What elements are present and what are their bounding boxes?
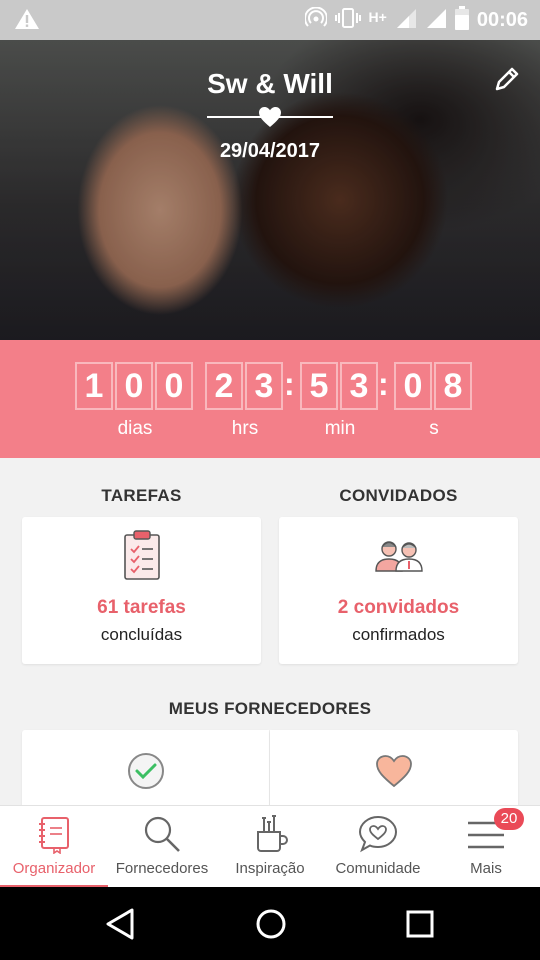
status-bar: H+ 00:06: [0, 0, 540, 40]
tasks-card[interactable]: 61 tarefas concluídas: [22, 517, 261, 664]
countdown-digit: 0: [155, 362, 193, 410]
countdown-minutes: 5 3 min: [300, 362, 380, 440]
countdown-label-hours: hrs: [231, 418, 259, 439]
wedding-countdown: 1 0 0 dias 2 3 hrs : 5 3 min : 0 8 s: [0, 340, 540, 458]
couple-photo-header: Sw & Will 29/04/2017: [0, 40, 540, 340]
countdown-digit: 1: [75, 362, 113, 410]
vibrate-icon: [334, 7, 361, 34]
nav-inspiracao[interactable]: Inspiração: [216, 806, 324, 888]
countdown-separator: :: [284, 366, 295, 402]
countdown-seconds: 0 8 s: [394, 362, 474, 440]
chat-heart-icon: [357, 814, 399, 859]
countdown-digit: 8: [434, 362, 472, 410]
clock: 00:06: [476, 9, 528, 31]
countdown-label-minutes: min: [324, 418, 356, 439]
clipboard-icon: [122, 529, 162, 586]
countdown-digit: 2: [205, 362, 243, 410]
back-icon[interactable]: [104, 907, 136, 946]
tasks-count: 61 tarefas: [97, 597, 186, 618]
guests-icon: [373, 539, 425, 578]
nav-organizador[interactable]: Organizador: [0, 806, 108, 888]
search-icon: [142, 814, 182, 859]
nav-comunidade[interactable]: Comunidade: [324, 806, 432, 888]
countdown-digit: 0: [115, 362, 153, 410]
battery-icon: [454, 6, 469, 35]
nav-label: Fornecedores: [115, 860, 209, 877]
heart-icon: [375, 754, 413, 793]
hotspot-icon: [303, 6, 328, 34]
countdown-digit: 3: [245, 362, 283, 410]
countdown-digit: 3: [340, 362, 378, 410]
bottom-navigation: Organizador Fornecedores Inspiração Comu…: [0, 805, 540, 888]
guests-status: confirmados: [352, 625, 445, 644]
signal-icon: [395, 7, 417, 34]
vendors-hired-card[interactable]: [22, 730, 269, 810]
heart-icon: [258, 106, 282, 128]
signal-icon: [425, 7, 447, 34]
countdown-hours: 2 3 hrs: [205, 362, 285, 440]
countdown-days: 1 0 0 dias: [75, 362, 195, 440]
system-navigation-bar: [0, 887, 540, 960]
guests-card[interactable]: 2 convidados confirmados: [279, 517, 518, 664]
countdown-label-seconds: s: [429, 418, 439, 439]
guests-count: 2 convidados: [337, 597, 460, 618]
check-circle-icon: [127, 752, 165, 795]
nav-label: Inspiração: [235, 860, 305, 877]
notebook-icon: [36, 814, 72, 859]
nav-mais[interactable]: 20 Mais: [432, 806, 540, 888]
countdown-digit: 5: [300, 362, 338, 410]
couple-names: Sw & Will: [207, 68, 333, 99]
notification-badge: 20: [494, 808, 524, 830]
home-icon[interactable]: [254, 907, 288, 946]
wedding-date: 29/04/2017: [219, 140, 321, 162]
nav-label: Comunidade: [335, 860, 421, 877]
countdown-digit: 0: [394, 362, 432, 410]
nav-label: Organizador: [12, 860, 96, 877]
warning-icon: [14, 8, 40, 35]
vendors-favorites-card[interactable]: [270, 730, 518, 810]
tasks-section-title: TAREFAS: [101, 486, 182, 505]
nav-label: Mais: [470, 860, 502, 877]
countdown-separator: :: [378, 366, 389, 402]
pencil-icon[interactable]: [492, 64, 522, 94]
network-type: H+: [368, 8, 387, 25]
nav-fornecedores[interactable]: Fornecedores: [108, 806, 216, 888]
countdown-label-days: dias: [117, 418, 153, 439]
brushes-icon: [252, 814, 288, 859]
vendors-section-title: MEUS FORNECEDORES: [168, 699, 372, 718]
tasks-status: concluídas: [100, 625, 183, 644]
recents-icon[interactable]: [405, 907, 435, 946]
guests-section-title: CONVIDADOS: [339, 486, 458, 505]
